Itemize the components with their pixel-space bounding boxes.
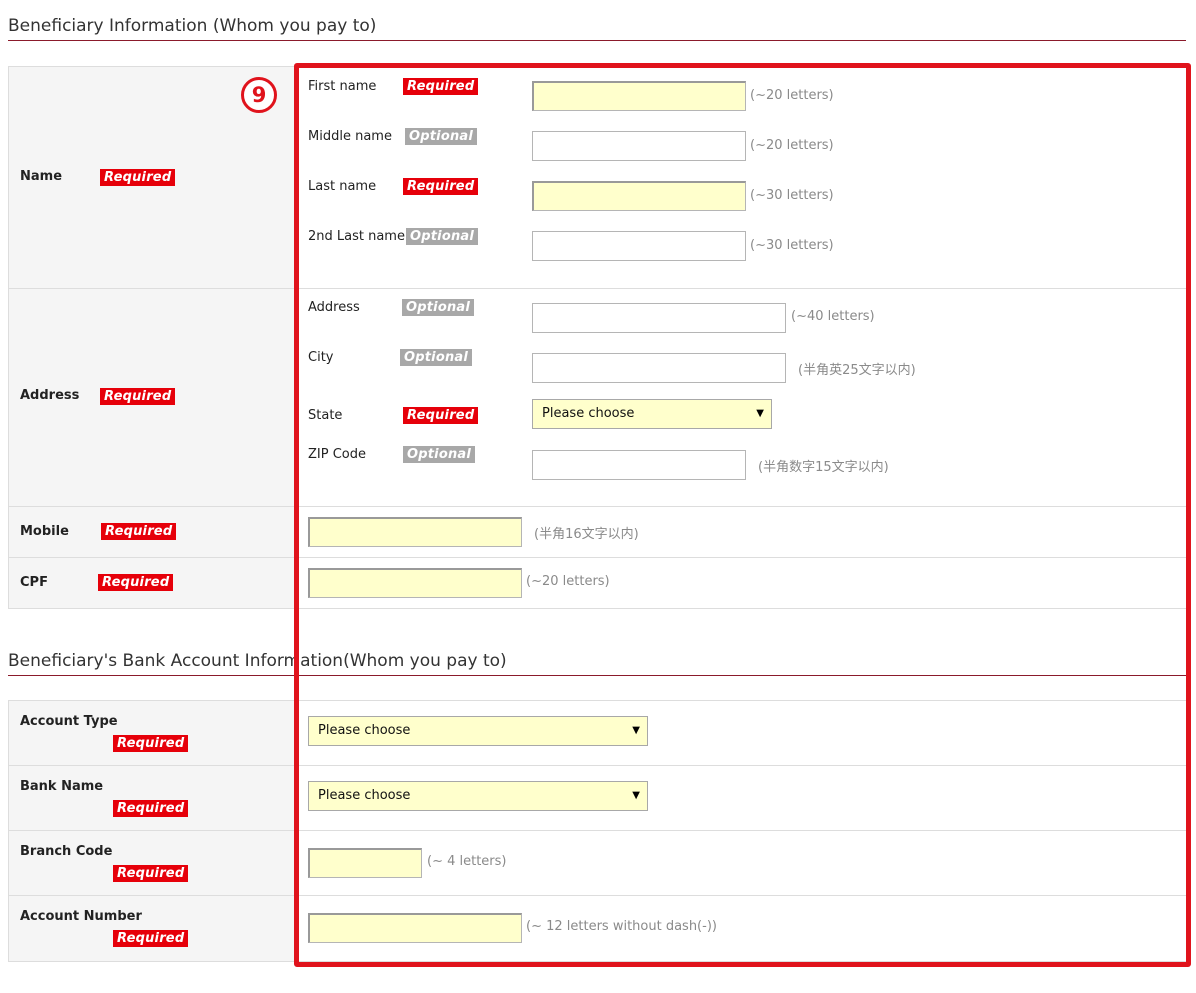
bank-section-title: Beneficiary's Bank Account Information(W… [8,651,507,671]
required-badge: Required [403,407,479,424]
required-badge: Required [100,169,176,186]
branch-code-row: Branch Code Required (~ 4 letters) [8,831,1186,896]
chevron-down-icon: ▼ [756,408,764,419]
second-last-name-input[interactable] [532,231,746,261]
required-badge: Required [101,523,177,540]
required-badge: Required [113,865,189,882]
account-number-input[interactable] [308,913,522,943]
street-address-hint: (~40 letters) [791,309,875,324]
account-type-select[interactable]: Please choose ▼ [308,716,648,746]
middle-name-input[interactable] [532,131,746,161]
city-hint: (半角英25文字以内) [798,363,916,378]
middle-name-label: Middle name [308,129,392,144]
section-divider [8,40,1186,41]
chevron-down-icon: ▼ [632,725,640,736]
optional-badge: Optional [400,349,473,366]
address-row: Address Required Address Optional (~40 l… [8,289,1186,507]
account-type-selected-value: Please choose [318,723,411,738]
last-name-input[interactable] [532,181,746,211]
second-last-name-label: 2nd Last name [308,229,405,244]
beneficiary-section-title: Beneficiary Information (Whom you pay to… [8,16,377,36]
first-name-input[interactable] [532,81,746,111]
bank-name-selected-value: Please choose [318,788,411,803]
branch-code-hint: (~ 4 letters) [427,854,507,869]
mobile-row: Mobile Required (半角16文字以内) [8,507,1186,558]
optional-badge: Optional [406,228,479,245]
name-label: Name [20,169,63,184]
optional-badge: Optional [403,446,476,463]
bank-name-label: Bank Name [20,779,104,794]
zip-label: ZIP Code [308,447,366,462]
branch-code-input[interactable] [308,848,422,878]
address-label: Address [20,388,80,403]
city-input[interactable] [532,353,786,383]
account-type-label: Account Type [20,714,118,729]
state-select[interactable]: Please choose ▼ [532,399,772,429]
zip-input[interactable] [532,450,746,480]
cpf-input[interactable] [308,568,522,598]
beneficiary-table: Name Required First name Required (~20 l… [8,66,1186,609]
account-number-label: Account Number [20,909,142,924]
last-name-label: Last name [308,179,377,194]
section-divider [8,675,1186,676]
required-badge: Required [113,800,189,817]
state-label: State [308,408,343,423]
first-name-label: First name [308,79,377,94]
street-address-input[interactable] [532,303,786,333]
account-number-hint: (~ 12 letters without dash(-)) [526,919,717,934]
required-badge: Required [100,388,176,405]
branch-code-label: Branch Code [20,844,113,859]
zip-hint: (半角数字15文字以内) [758,460,889,475]
cpf-label: CPF [20,575,48,590]
last-name-hint: (~30 letters) [750,188,834,203]
name-row: Name Required First name Required (~20 l… [8,67,1186,289]
required-badge: Required [113,735,189,752]
required-badge: Required [403,178,479,195]
middle-name-hint: (~20 letters) [750,138,834,153]
step-number-badge: 9 [241,77,277,113]
account-type-row: Account Type Required Please choose ▼ [8,701,1186,766]
chevron-down-icon: ▼ [632,790,640,801]
street-address-label: Address [308,300,360,315]
first-name-hint: (~20 letters) [750,88,834,103]
required-badge: Required [113,930,189,947]
required-badge: Required [98,574,174,591]
cpf-hint: (~20 letters) [526,574,610,589]
city-label: City [308,350,334,365]
optional-badge: Optional [405,128,478,145]
mobile-label: Mobile [20,524,69,539]
required-badge: Required [403,78,479,95]
bank-name-row: Bank Name Required Please choose ▼ [8,766,1186,831]
bank-table: Account Type Required Please choose ▼ Ba… [8,700,1186,962]
optional-badge: Optional [402,299,475,316]
second-last-name-hint: (~30 letters) [750,238,834,253]
account-number-row: Account Number Required (~ 12 letters wi… [8,896,1186,962]
cpf-row: CPF Required (~20 letters) [8,558,1186,609]
state-selected-value: Please choose [542,406,635,421]
bank-name-select[interactable]: Please choose ▼ [308,781,648,811]
mobile-input[interactable] [308,517,522,547]
mobile-hint: (半角16文字以内) [534,527,639,542]
